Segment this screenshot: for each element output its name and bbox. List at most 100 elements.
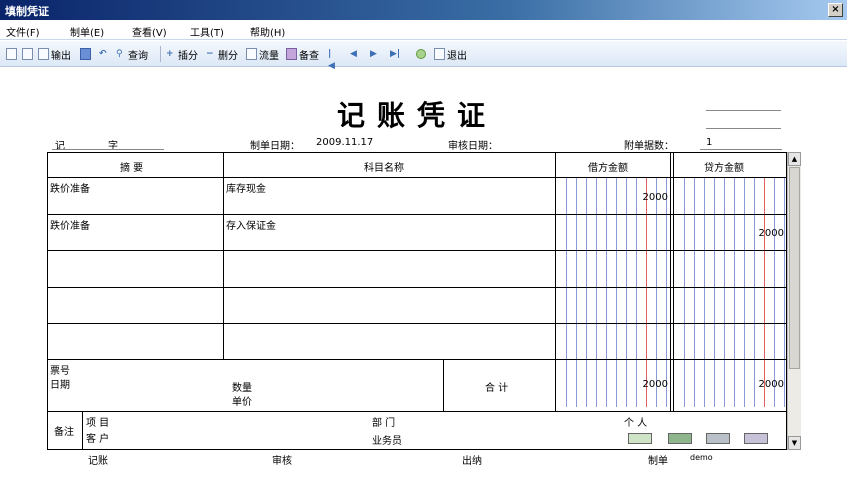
flow-label: 流量 — [259, 50, 279, 62]
audit-date-label: 审核日期： — [448, 141, 498, 152]
preview-icon — [22, 48, 33, 60]
flow-button[interactable]: 流量 — [246, 46, 279, 62]
query-label: 查询 — [128, 50, 148, 62]
first-record-icon: |◀ — [328, 49, 335, 71]
project-label: 项 目 — [86, 418, 110, 429]
close-button[interactable]: × — [828, 3, 843, 17]
attachments-label: 附单据数： — [624, 141, 674, 152]
menu-help[interactable]: 帮助(H) — [250, 24, 285, 39]
delete-row-icon: − — [206, 49, 214, 59]
output-button[interactable]: 输出 — [38, 46, 71, 62]
menu-edit[interactable]: 制单(E) — [70, 24, 104, 39]
check-icon — [286, 48, 297, 60]
exit-label: 退出 — [447, 50, 467, 62]
attachments-underline — [700, 149, 782, 150]
undo-icon: ↶ — [99, 49, 107, 59]
menu-view[interactable]: 查看(V) — [132, 24, 167, 39]
last-record-icon: ▶| — [390, 49, 401, 59]
top-right-rule-2 — [706, 128, 781, 129]
salesperson-label: 业务员 — [372, 436, 402, 447]
status-icon-3[interactable] — [706, 433, 730, 444]
total-label: 合 计 — [485, 383, 509, 394]
first-button[interactable]: |◀ — [328, 46, 338, 71]
toolbar: 输出 ↶ ⚲ 查询 + 插分 − 删分 流量 备查 |◀ ◀ ▶ ▶| 退出 — [0, 41, 847, 71]
date-value[interactable]: 2009.11.17 — [316, 137, 373, 148]
check-button[interactable]: 备查 — [286, 46, 319, 62]
flow-icon — [246, 48, 257, 60]
printer-icon — [6, 48, 17, 60]
next-record-icon: ▶ — [370, 49, 377, 59]
previous-record-icon: ◀ — [350, 49, 357, 59]
binoculars-icon: ⚲ — [116, 49, 123, 59]
save-button[interactable] — [80, 46, 91, 62]
insert-label: 插分 — [178, 50, 198, 62]
undo-button[interactable]: ↶ — [99, 46, 109, 62]
ticket-date-label: 日期 — [50, 380, 70, 391]
scroll-up-icon[interactable]: ▲ — [788, 152, 801, 166]
preview-button[interactable] — [22, 46, 33, 62]
voucher-title: 记账凭证 — [337, 99, 498, 132]
customer-label: 客 户 — [86, 434, 110, 445]
preparer-label: 制单 — [648, 456, 668, 467]
scroll-thumb[interactable] — [789, 167, 800, 369]
output-label: 输出 — [51, 50, 71, 62]
entry-account[interactable]: 存入保证金 — [226, 217, 276, 232]
print-button[interactable] — [6, 46, 17, 62]
col-credit-header: 贷方金额 — [704, 163, 744, 174]
cashier-label: 出纳 — [462, 456, 482, 467]
menu-tools[interactable]: 工具(T) — [190, 24, 224, 39]
entry-summary[interactable]: 跌价准备 — [50, 180, 90, 195]
last-button[interactable]: ▶| — [390, 46, 400, 62]
col-debit-header: 借方金额 — [588, 163, 628, 174]
status-icon-2[interactable] — [668, 433, 692, 444]
prev-button[interactable]: ◀ — [350, 46, 360, 62]
vertical-scrollbar[interactable]: ▲ ▼ — [787, 152, 801, 450]
title-bar: 填制凭证 × — [0, 0, 847, 20]
voucher-number-underline — [52, 149, 164, 150]
exit-button[interactable]: 退出 — [434, 46, 467, 62]
voucher-grid: 摘 要 科目名称 借方金额 贷方金额 跌价准备 库存现金 2000 跌价准备 存… — [47, 152, 787, 450]
menu-bar: 文件(F) 制单(E) 查看(V) 工具(T) 帮助(H) — [0, 20, 847, 40]
person-label: 个 人 — [624, 418, 648, 429]
delete-button[interactable]: − 删分 — [206, 46, 238, 62]
exit-icon — [434, 48, 445, 60]
debit-ledger-lines — [556, 177, 670, 407]
debit-total: 2000 — [642, 379, 668, 390]
department-label: 部 门 — [372, 418, 396, 429]
save-icon — [80, 48, 91, 60]
help-button[interactable] — [416, 46, 426, 62]
delete-label: 删分 — [218, 50, 238, 62]
scroll-down-icon[interactable]: ▼ — [788, 436, 801, 450]
output-icon — [38, 48, 49, 60]
insert-button[interactable]: + 插分 — [166, 46, 198, 62]
voucher-window: 填制凭证 × 文件(F) 制单(E) 查看(V) 工具(T) 帮助(H) 输出 … — [0, 0, 847, 477]
col-account-header: 科目名称 — [364, 163, 404, 174]
next-button[interactable]: ▶ — [370, 46, 380, 62]
help-icon — [416, 49, 426, 59]
date-label: 制单日期： — [250, 141, 300, 152]
col-summary-header: 摘 要 — [120, 163, 144, 174]
auditor-label: 审核 — [272, 456, 292, 467]
check-label: 备查 — [299, 50, 319, 62]
notes-label: 备注 — [54, 427, 74, 438]
entry-credit[interactable]: 2000 — [724, 228, 784, 239]
credit-ledger-lines — [674, 177, 786, 407]
menu-file[interactable]: 文件(F) — [6, 24, 40, 39]
query-button[interactable]: ⚲ 查询 — [116, 46, 148, 62]
quantity-label: 数量 — [232, 383, 252, 394]
top-right-rule — [706, 110, 781, 111]
insert-row-icon: + — [166, 49, 174, 59]
entry-debit[interactable]: 2000 — [608, 192, 668, 203]
window-title: 填制凭证 — [5, 5, 49, 18]
entry-summary[interactable]: 跌价准备 — [50, 217, 90, 232]
bookkeeper-label: 记账 — [88, 456, 108, 467]
ticket-number-label: 票号 — [50, 366, 70, 377]
credit-total: 2000 — [758, 379, 784, 390]
status-icon-4[interactable] — [744, 433, 768, 444]
attachments-value[interactable]: 1 — [706, 137, 712, 148]
unit-price-label: 单价 — [232, 397, 252, 408]
status-icon-1[interactable] — [628, 433, 652, 444]
preparer-name: demo — [690, 453, 713, 462]
entry-account[interactable]: 库存现金 — [226, 180, 266, 195]
toolbar-separator — [160, 46, 161, 62]
